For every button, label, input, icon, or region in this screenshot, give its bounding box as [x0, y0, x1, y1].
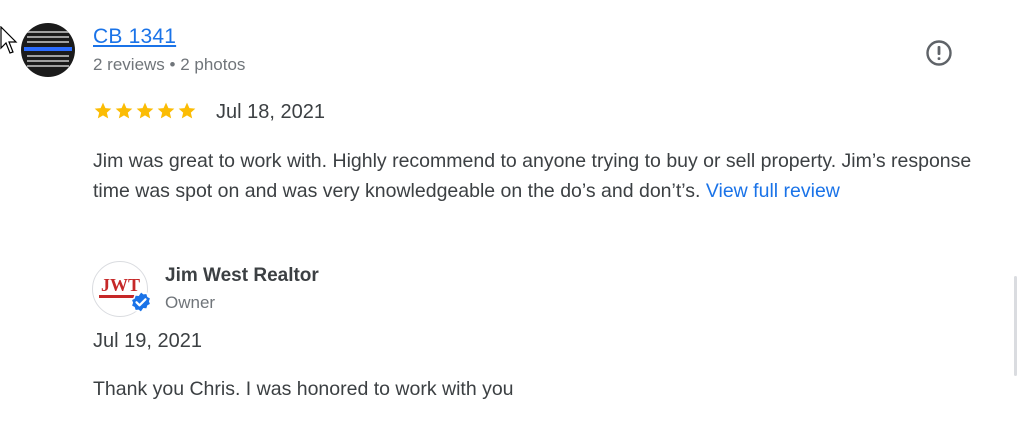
- star-icon: [136, 102, 154, 119]
- report-icon[interactable]: [925, 39, 953, 67]
- star-icon: [94, 102, 112, 119]
- verified-badge-icon: [130, 290, 152, 314]
- owner-name: Jim West Realtor: [165, 265, 319, 286]
- star-icon: [115, 102, 133, 119]
- review-body: Jim was great to work with. Highly recom…: [93, 146, 993, 206]
- star-icon: [178, 102, 196, 119]
- reviewer-name-link[interactable]: CB 1341: [93, 25, 176, 49]
- owner-reply-date: Jul 19, 2021: [93, 330, 202, 352]
- reviewer-avatar[interactable]: [21, 23, 75, 77]
- review-date: Jul 18, 2021: [216, 101, 325, 123]
- star-icon: [157, 102, 175, 119]
- owner-role: Owner: [165, 293, 216, 312]
- scrollbar-thumb[interactable]: [1014, 276, 1017, 376]
- view-full-review-link[interactable]: View full review: [706, 180, 840, 202]
- reviewer-meta: 2 reviews • 2 photos: [93, 55, 246, 74]
- mouse-cursor-icon: [0, 26, 18, 54]
- owner-reply-text: Thank you Chris. I was honored to work w…: [93, 378, 514, 400]
- star-rating: [93, 101, 197, 121]
